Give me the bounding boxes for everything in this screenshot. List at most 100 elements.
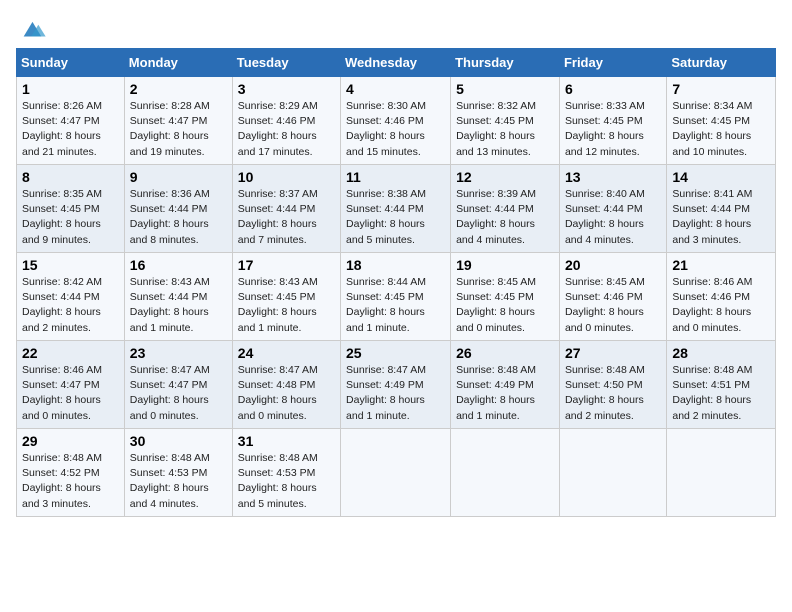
- day-number: 11: [346, 169, 445, 185]
- day-number: 15: [22, 257, 119, 273]
- day-detail: Sunrise: 8:39 AM Sunset: 4:44 PM Dayligh…: [456, 187, 554, 248]
- calendar-cell: 3 Sunrise: 8:29 AM Sunset: 4:46 PM Daylig…: [232, 77, 340, 165]
- calendar-cell: 27 Sunrise: 8:48 AM Sunset: 4:50 PM Dayli…: [559, 341, 666, 429]
- day-number: 16: [130, 257, 227, 273]
- col-header-saturday: Saturday: [667, 49, 776, 77]
- calendar-cell: 11Sunrise: 8:38 AM Sunset: 4:44 PM Dayli…: [341, 165, 451, 253]
- calendar-cell: 2 Sunrise: 8:28 AM Sunset: 4:47 PM Daylig…: [124, 77, 232, 165]
- day-number: 21: [672, 257, 770, 273]
- day-number: 14: [672, 169, 770, 185]
- day-number: 8: [22, 169, 119, 185]
- calendar-cell: 18 Sunrise: 8:44 AM Sunset: 4:45 PM Dayli…: [341, 253, 451, 341]
- col-header-sunday: Sunday: [17, 49, 125, 77]
- day-detail: Sunrise: 8:35 AM Sunset: 4:45 PM Dayligh…: [22, 187, 119, 248]
- day-detail: Sunrise: 8:34 AM Sunset: 4:45 PM Dayligh…: [672, 99, 770, 160]
- calendar-cell: 12 Sunrise: 8:39 AM Sunset: 4:44 PM Dayli…: [451, 165, 560, 253]
- day-number: 29: [22, 433, 119, 449]
- day-detail: Sunrise: 8:30 AM Sunset: 4:46 PM Dayligh…: [346, 99, 445, 160]
- day-detail: Sunrise: 8:36 AM Sunset: 4:44 PM Dayligh…: [130, 187, 227, 248]
- day-number: 22: [22, 345, 119, 361]
- day-number: 20: [565, 257, 661, 273]
- day-number: 1: [22, 81, 119, 97]
- calendar-cell: 23Sunrise: 8:47 AM Sunset: 4:47 PM Dayli…: [124, 341, 232, 429]
- day-number: 27: [565, 345, 661, 361]
- day-detail: Sunrise: 8:46 AM Sunset: 4:47 PM Dayligh…: [22, 363, 119, 424]
- col-header-monday: Monday: [124, 49, 232, 77]
- calendar-cell: 13 Sunrise: 8:40 AM Sunset: 4:44 PM Dayli…: [559, 165, 666, 253]
- day-number: 7: [672, 81, 770, 97]
- calendar-cell: 7 Sunrise: 8:34 AM Sunset: 4:45 PM Daylig…: [667, 77, 776, 165]
- col-header-wednesday: Wednesday: [341, 49, 451, 77]
- day-number: 19: [456, 257, 554, 273]
- day-detail: Sunrise: 8:48 AM Sunset: 4:53 PM Dayligh…: [130, 451, 227, 512]
- day-detail: Sunrise: 8:28 AM Sunset: 4:47 PM Dayligh…: [130, 99, 227, 160]
- day-detail: Sunrise: 8:47 AM Sunset: 4:49 PM Dayligh…: [346, 363, 445, 424]
- day-number: 18: [346, 257, 445, 273]
- calendar-cell: 24Sunrise: 8:47 AM Sunset: 4:48 PM Dayli…: [232, 341, 340, 429]
- calendar-cell: 10 Sunrise: 8:37 AM Sunset: 4:44 PM Dayli…: [232, 165, 340, 253]
- day-detail: Sunrise: 8:48 AM Sunset: 4:49 PM Dayligh…: [456, 363, 554, 424]
- calendar-cell: 14Sunrise: 8:41 AM Sunset: 4:44 PM Dayli…: [667, 165, 776, 253]
- day-detail: Sunrise: 8:40 AM Sunset: 4:44 PM Dayligh…: [565, 187, 661, 248]
- calendar-cell: [667, 429, 776, 517]
- day-detail: Sunrise: 8:44 AM Sunset: 4:45 PM Dayligh…: [346, 275, 445, 336]
- day-number: 25: [346, 345, 445, 361]
- calendar-cell: 21 Sunrise: 8:46 AM Sunset: 4:46 PM Dayli…: [667, 253, 776, 341]
- day-number: 30: [130, 433, 227, 449]
- calendar-cell: 28 Sunrise: 8:48 AM Sunset: 4:51 PM Dayli…: [667, 341, 776, 429]
- calendar-cell: 19 Sunrise: 8:45 AM Sunset: 4:45 PM Dayli…: [451, 253, 560, 341]
- day-detail: Sunrise: 8:29 AM Sunset: 4:46 PM Dayligh…: [238, 99, 335, 160]
- calendar-cell: 29 Sunrise: 8:48 AM Sunset: 4:52 PM Dayli…: [17, 429, 125, 517]
- week-row-3: 15 Sunrise: 8:42 AM Sunset: 4:44 PM Dayli…: [17, 253, 776, 341]
- calendar-cell: 15 Sunrise: 8:42 AM Sunset: 4:44 PM Dayli…: [17, 253, 125, 341]
- day-detail: Sunrise: 8:43 AM Sunset: 4:44 PM Dayligh…: [130, 275, 227, 336]
- calendar-cell: 25 Sunrise: 8:47 AM Sunset: 4:49 PM Dayli…: [341, 341, 451, 429]
- calendar-cell: 30 Sunrise: 8:48 AM Sunset: 4:53 PM Dayli…: [124, 429, 232, 517]
- day-number: 23: [130, 345, 227, 361]
- day-detail: Sunrise: 8:48 AM Sunset: 4:53 PM Dayligh…: [238, 451, 335, 512]
- col-header-friday: Friday: [559, 49, 666, 77]
- day-detail: Sunrise: 8:46 AM Sunset: 4:46 PM Dayligh…: [672, 275, 770, 336]
- week-row-4: 22 Sunrise: 8:46 AM Sunset: 4:47 PM Dayli…: [17, 341, 776, 429]
- day-number: 31: [238, 433, 335, 449]
- day-detail: Sunrise: 8:42 AM Sunset: 4:44 PM Dayligh…: [22, 275, 119, 336]
- calendar-cell: 8 Sunrise: 8:35 AM Sunset: 4:45 PM Daylig…: [17, 165, 125, 253]
- day-detail: Sunrise: 8:48 AM Sunset: 4:51 PM Dayligh…: [672, 363, 770, 424]
- day-detail: Sunrise: 8:33 AM Sunset: 4:45 PM Dayligh…: [565, 99, 661, 160]
- calendar-cell: 26 Sunrise: 8:48 AM Sunset: 4:49 PM Dayli…: [451, 341, 560, 429]
- day-detail: Sunrise: 8:45 AM Sunset: 4:45 PM Dayligh…: [456, 275, 554, 336]
- week-row-5: 29 Sunrise: 8:48 AM Sunset: 4:52 PM Dayli…: [17, 429, 776, 517]
- col-header-thursday: Thursday: [451, 49, 560, 77]
- day-detail: Sunrise: 8:26 AM Sunset: 4:47 PM Dayligh…: [22, 99, 119, 160]
- day-detail: Sunrise: 8:47 AM Sunset: 4:48 PM Dayligh…: [238, 363, 335, 424]
- day-number: 26: [456, 345, 554, 361]
- week-row-2: 8 Sunrise: 8:35 AM Sunset: 4:45 PM Daylig…: [17, 165, 776, 253]
- day-detail: Sunrise: 8:45 AM Sunset: 4:46 PM Dayligh…: [565, 275, 661, 336]
- day-detail: Sunrise: 8:48 AM Sunset: 4:52 PM Dayligh…: [22, 451, 119, 512]
- page-header: [16, 16, 776, 38]
- day-detail: Sunrise: 8:32 AM Sunset: 4:45 PM Dayligh…: [456, 99, 554, 160]
- calendar-cell: 22 Sunrise: 8:46 AM Sunset: 4:47 PM Dayli…: [17, 341, 125, 429]
- day-number: 10: [238, 169, 335, 185]
- calendar-cell: 20 Sunrise: 8:45 AM Sunset: 4:46 PM Dayli…: [559, 253, 666, 341]
- calendar-cell: 1 Sunrise: 8:26 AM Sunset: 4:47 PM Daylig…: [17, 77, 125, 165]
- day-number: 2: [130, 81, 227, 97]
- calendar-cell: 17Sunrise: 8:43 AM Sunset: 4:45 PM Dayli…: [232, 253, 340, 341]
- calendar-cell: [451, 429, 560, 517]
- day-number: 28: [672, 345, 770, 361]
- day-number: 6: [565, 81, 661, 97]
- day-number: 5: [456, 81, 554, 97]
- day-detail: Sunrise: 8:37 AM Sunset: 4:44 PM Dayligh…: [238, 187, 335, 248]
- calendar-cell: [559, 429, 666, 517]
- week-row-1: 1 Sunrise: 8:26 AM Sunset: 4:47 PM Daylig…: [17, 77, 776, 165]
- calendar-cell: 31 Sunrise: 8:48 AM Sunset: 4:53 PM Dayli…: [232, 429, 340, 517]
- day-number: 13: [565, 169, 661, 185]
- col-header-tuesday: Tuesday: [232, 49, 340, 77]
- calendar-cell: 9Sunrise: 8:36 AM Sunset: 4:44 PM Daylig…: [124, 165, 232, 253]
- day-detail: Sunrise: 8:48 AM Sunset: 4:50 PM Dayligh…: [565, 363, 661, 424]
- calendar-cell: 4Sunrise: 8:30 AM Sunset: 4:46 PM Daylig…: [341, 77, 451, 165]
- day-number: 3: [238, 81, 335, 97]
- day-number: 12: [456, 169, 554, 185]
- calendar-cell: 5 Sunrise: 8:32 AM Sunset: 4:45 PM Daylig…: [451, 77, 560, 165]
- calendar-cell: 16 Sunrise: 8:43 AM Sunset: 4:44 PM Dayli…: [124, 253, 232, 341]
